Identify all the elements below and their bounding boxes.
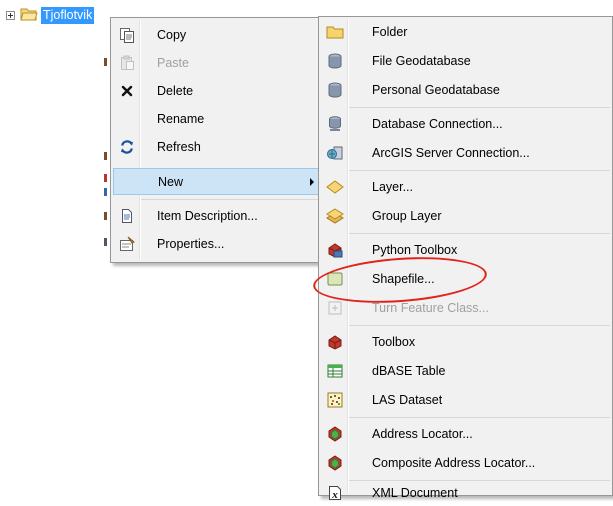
menu-item-label: Copy <box>157 27 187 42</box>
background-tree-fragment <box>104 188 107 196</box>
tree-node-label[interactable]: Tjoflotvik <box>41 6 95 24</box>
expand-icon[interactable] <box>6 10 15 20</box>
address-locator-icon <box>326 425 344 443</box>
menu-separator <box>349 417 610 418</box>
dbase-table-icon <box>326 362 344 380</box>
menu-item-label: Properties... <box>157 236 225 251</box>
menu-item-label: New <box>158 174 184 189</box>
geodatabase-icon <box>326 52 344 70</box>
new-submenu: Folder File Geodatabase Personal Geodata… <box>318 16 613 501</box>
menu-item-properties[interactable]: Properties... <box>113 230 323 257</box>
python-toolbox-icon <box>326 241 344 259</box>
menu-item-label: Folder <box>372 24 408 39</box>
menu-item-refresh[interactable]: Refresh <box>113 133 323 160</box>
menu-item-composite-address-locator[interactable]: Composite Address Locator... <box>321 449 610 476</box>
menu-item-paste[interactable]: Paste <box>113 49 323 76</box>
menu-separator <box>349 107 610 108</box>
menu-item-label: ArcGIS Server Connection... <box>372 145 530 160</box>
menu-item-rename[interactable]: Rename <box>113 105 323 132</box>
menu-item-dbase-table[interactable]: dBASE Table <box>321 357 610 384</box>
background-tree-fragment <box>104 238 107 246</box>
svg-text:x: x <box>331 489 338 501</box>
layer-icon <box>326 178 344 196</box>
menu-item-label: Group Layer <box>372 208 442 223</box>
menu-item-xml-document[interactable]: x XML Document <box>321 479 610 506</box>
menu-item-toolbox[interactable]: Toolbox <box>321 328 610 355</box>
item-description-icon <box>118 207 136 225</box>
menu-item-copy[interactable]: Copy <box>113 21 323 48</box>
background-tree-fragment <box>104 212 107 220</box>
menu-item-folder[interactable]: Folder <box>321 18 610 45</box>
menu-item-label: Toolbox <box>372 334 416 349</box>
background-tree-fragment <box>104 152 107 160</box>
menu-item-address-locator[interactable]: Address Locator... <box>321 420 610 447</box>
menu-item-label: Python Toolbox <box>372 242 458 257</box>
geodatabase-icon <box>326 81 344 99</box>
menu-item-label: Paste <box>157 55 189 70</box>
menu-item-database-connection[interactable]: Database Connection... <box>321 110 610 137</box>
menu-item-group-layer[interactable]: Group Layer <box>321 202 610 229</box>
submenu-arrow-icon <box>310 177 314 186</box>
paste-icon <box>118 54 136 72</box>
menu-item-personal-geodatabase[interactable]: Personal Geodatabase <box>321 76 610 103</box>
catalog-tree-node[interactable]: Tjoflotvik <box>6 6 95 24</box>
menu-item-label: Item Description... <box>157 208 258 223</box>
menu-item-label: Address Locator... <box>372 426 473 441</box>
turn-feature-class-icon <box>326 299 344 317</box>
menu-item-label: LAS Dataset <box>372 392 443 407</box>
folder-open-icon <box>20 7 38 24</box>
menu-item-label: Database Connection... <box>372 116 503 131</box>
menu-item-label: Delete <box>157 83 194 98</box>
menu-item-file-geodatabase[interactable]: File Geodatabase <box>321 47 610 74</box>
background-tree-fragment <box>104 174 107 182</box>
folder-icon <box>326 23 344 41</box>
xml-document-icon: x <box>326 484 344 502</box>
menu-item-label: Composite Address Locator... <box>372 455 536 470</box>
menu-separator <box>349 325 610 326</box>
delete-icon <box>118 82 136 100</box>
menu-item-label: Refresh <box>157 139 201 154</box>
menu-item-python-toolbox[interactable]: Python Toolbox <box>321 236 610 263</box>
menu-item-layer[interactable]: Layer... <box>321 173 610 200</box>
refresh-icon <box>118 138 136 156</box>
context-menu: Copy Paste Delete Rename Refresh New Ite… <box>110 17 326 263</box>
menu-item-label: Rename <box>157 111 205 126</box>
composite-address-locator-icon <box>326 454 344 472</box>
toolbox-icon <box>326 333 344 351</box>
menu-item-label: dBASE Table <box>372 363 446 378</box>
menu-item-label: File Geodatabase <box>372 53 471 68</box>
copy-icon <box>118 26 136 44</box>
menu-item-label: Layer... <box>372 179 413 194</box>
properties-icon <box>118 235 136 253</box>
menu-item-label: XML Document <box>372 485 458 500</box>
menu-separator <box>349 170 610 171</box>
las-dataset-icon <box>326 391 344 409</box>
menu-item-arcgis-server-connection[interactable]: ArcGIS Server Connection... <box>321 139 610 166</box>
database-connection-icon <box>326 115 344 133</box>
menu-separator <box>349 233 610 234</box>
menu-separator <box>141 199 323 200</box>
group-layer-icon <box>326 207 344 225</box>
server-connection-icon <box>326 144 344 162</box>
menu-item-label: Personal Geodatabase <box>372 82 500 97</box>
menu-item-delete[interactable]: Delete <box>113 77 323 104</box>
menu-item-new[interactable]: New <box>113 168 323 195</box>
menu-item-item-description[interactable]: Item Description... <box>113 202 323 229</box>
menu-item-las-dataset[interactable]: LAS Dataset <box>321 386 610 413</box>
background-tree-fragment <box>104 58 107 66</box>
